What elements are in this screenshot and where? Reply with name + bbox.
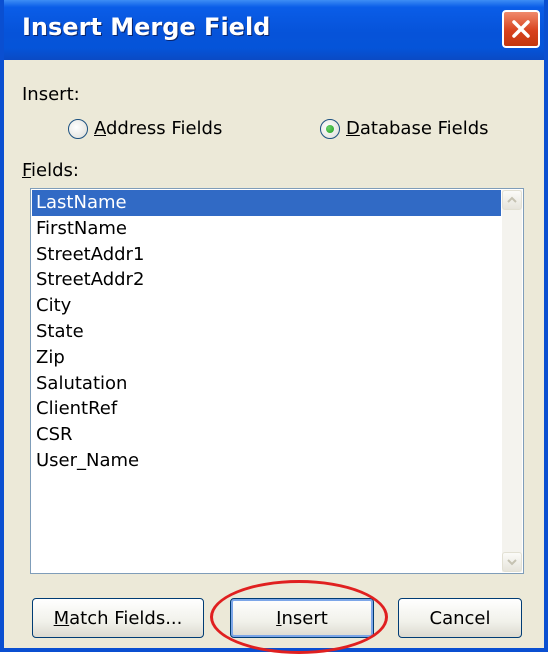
fields-label: Fields:: [22, 160, 79, 181]
scroll-down-button[interactable]: [502, 552, 522, 572]
list-item[interactable]: LastName: [32, 190, 501, 216]
list-item[interactable]: User_Name: [32, 448, 501, 474]
cancel-button[interactable]: Cancel: [398, 598, 522, 638]
list-item[interactable]: ClientRef: [32, 396, 501, 422]
scroll-up-arrow-icon: [507, 196, 517, 203]
address-fields-radio[interactable]: Address Fields: [68, 118, 222, 139]
insert-label: Insert:: [22, 84, 80, 105]
match-fields-button[interactable]: Match Fields...: [32, 598, 204, 638]
highlight-circle-annotation: [210, 580, 388, 654]
close-button[interactable]: [502, 10, 540, 48]
list-item[interactable]: StreetAddr1: [32, 242, 501, 268]
address-fields-label: Address Fields: [94, 118, 223, 139]
close-icon: [512, 20, 530, 38]
fields-list: LastName FirstName StreetAddr1 StreetAddr2 C…: [32, 190, 501, 572]
list-item[interactable]: FirstName: [32, 216, 501, 242]
list-item[interactable]: StreetAddr2: [32, 267, 501, 293]
list-item[interactable]: State: [32, 319, 501, 345]
list-item[interactable]: CSR: [32, 422, 501, 448]
radio-selected-dot: [326, 124, 334, 133]
scroll-up-button[interactable]: [502, 190, 522, 210]
insert-merge-field-dialog: Insert Merge Field Insert: Address Field…: [0, 0, 548, 652]
radio-icon: [320, 118, 340, 139]
list-item[interactable]: Zip: [32, 345, 501, 371]
database-fields-label: Database Fields: [346, 118, 489, 139]
list-item[interactable]: City: [32, 293, 501, 319]
radio-icon: [68, 118, 88, 139]
window-title: Insert Merge Field: [22, 13, 271, 41]
title-bar[interactable]: Insert Merge Field: [4, 0, 544, 60]
database-fields-radio[interactable]: Database Fields: [320, 118, 489, 139]
list-item[interactable]: Salutation: [32, 371, 501, 397]
vertical-scrollbar[interactable]: [502, 190, 522, 572]
dialog-body: Insert: Address Fields Database Fields F…: [4, 60, 544, 648]
fields-listbox[interactable]: LastName FirstName StreetAddr1 StreetAddr2 C…: [30, 188, 524, 574]
scroll-down-arrow-icon: [507, 559, 517, 566]
